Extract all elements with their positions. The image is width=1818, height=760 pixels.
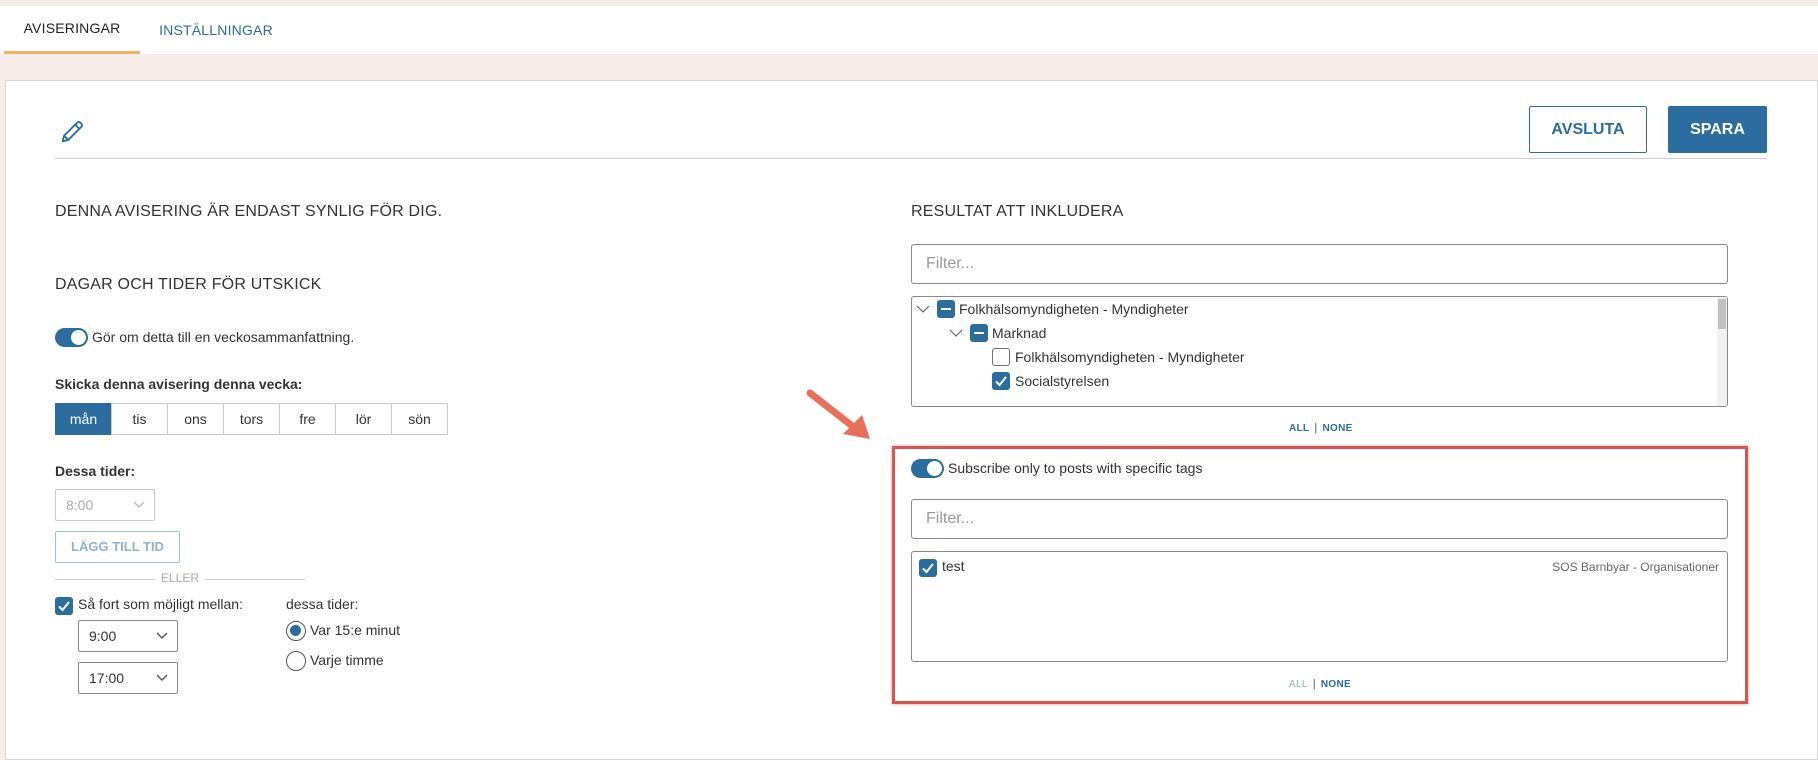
select-all-link[interactable]: ALL: [1289, 423, 1309, 434]
these-times-label: dessa tider:: [286, 596, 359, 612]
asap-checkbox[interactable]: [55, 597, 73, 615]
weekly-summary-toggle[interactable]: [55, 328, 88, 347]
tab-installningar[interactable]: INSTÄLLNINGAR: [140, 6, 292, 54]
days-times-heading: DAGAR OCH TIDER FÖR UTSKICK: [55, 276, 322, 293]
tree-item-label: Marknad: [992, 325, 1047, 341]
weekly-summary-label: Gör om detta till en veckosammanfattning…: [92, 329, 355, 345]
highlight-box: [892, 446, 1748, 704]
results-tree: Folkhälsomyndigheten - Myndigheter Markn…: [911, 296, 1728, 407]
results-all-none: ALL | NONE: [1289, 422, 1353, 434]
from-time-select[interactable]: 9:00: [78, 620, 178, 652]
results-heading: RESULTAT ATT INKLUDERA: [911, 203, 1124, 220]
radio-every-hour-label: Varje timme: [310, 652, 384, 668]
day-mon[interactable]: mån: [55, 403, 112, 435]
tree-item[interactable]: Folkhälsomyndigheten - Myndigheter: [916, 345, 1616, 369]
send-this-week-label: Skicka denna avisering denna vecka:: [55, 376, 303, 392]
to-time-value: 17:00: [89, 670, 125, 686]
results-filter-input[interactable]: Filter...: [911, 244, 1728, 284]
day-sat[interactable]: lör: [335, 403, 392, 435]
or-divider: ELLER: [55, 570, 305, 586]
time-select-value: 8:00: [66, 497, 94, 513]
arrow-annotation-icon: [806, 389, 870, 439]
tree-item-label: Folkhälsomyndigheten - Myndigheter: [959, 301, 1189, 317]
radio-every-15-min[interactable]: [286, 621, 306, 641]
radio-every-15-min-label: Var 15:e minut: [310, 622, 401, 638]
chevron-down-icon: [156, 632, 168, 639]
unchecked-checkbox[interactable]: [992, 348, 1010, 366]
tab-aviseringar[interactable]: AVISERINGAR: [4, 6, 140, 54]
partial-checkbox[interactable]: [937, 300, 955, 318]
separator: |: [1314, 422, 1318, 434]
checkmark-icon: [995, 376, 1007, 387]
day-wed[interactable]: ons: [167, 403, 224, 435]
tree-item[interactable]: Marknad: [916, 321, 1616, 345]
visibility-notice: DENNA AVISERING ÄR ENDAST SYNLIG FÖR DIG…: [55, 203, 443, 220]
time-select[interactable]: 8:00: [55, 489, 155, 521]
chevron-down-icon[interactable]: [949, 328, 963, 338]
or-label: ELLER: [160, 571, 200, 585]
tree-item[interactable]: Folkhälsomyndigheten - Myndigheter: [916, 297, 1616, 321]
from-time-value: 9:00: [89, 628, 117, 644]
checkmark-icon: [58, 601, 70, 612]
chevron-down-icon: [133, 501, 145, 508]
partial-checkbox[interactable]: [970, 324, 988, 342]
spara-button[interactable]: SPARA: [1668, 106, 1767, 153]
chevron-down-icon: [156, 674, 168, 681]
times-label: Dessa tider:: [55, 463, 136, 479]
pencil-icon[interactable]: [58, 118, 86, 146]
add-time-button[interactable]: LÄGG TILL TID: [55, 531, 180, 563]
to-time-select[interactable]: 17:00: [78, 662, 178, 694]
tree-item[interactable]: Socialstyrelsen: [916, 369, 1616, 393]
checked-checkbox[interactable]: [992, 372, 1010, 390]
scrollbar-thumb[interactable]: [1718, 299, 1726, 329]
select-none-link[interactable]: NONE: [1323, 423, 1353, 434]
asap-label: Så fort som möjligt mellan:: [78, 596, 243, 612]
day-fri[interactable]: fre: [279, 403, 336, 435]
tree-item-label: Socialstyrelsen: [1015, 373, 1110, 389]
tree-scrollbar[interactable]: [1717, 297, 1727, 406]
tree-item-label: Folkhälsomyndigheten - Myndigheter: [1015, 349, 1245, 365]
top-tab-bar: AVISERINGAR INSTÄLLNINGAR: [0, 6, 1818, 54]
day-thu[interactable]: tors: [223, 403, 280, 435]
day-sun[interactable]: sön: [391, 403, 448, 435]
avsluta-button[interactable]: AVSLUTA: [1529, 106, 1647, 153]
day-tue[interactable]: tis: [111, 403, 168, 435]
weekday-selector: mån tis ons tors fre lör sön: [55, 403, 448, 435]
header-divider: [55, 158, 1767, 159]
radio-every-hour[interactable]: [286, 651, 306, 671]
chevron-down-icon[interactable]: [916, 304, 930, 314]
